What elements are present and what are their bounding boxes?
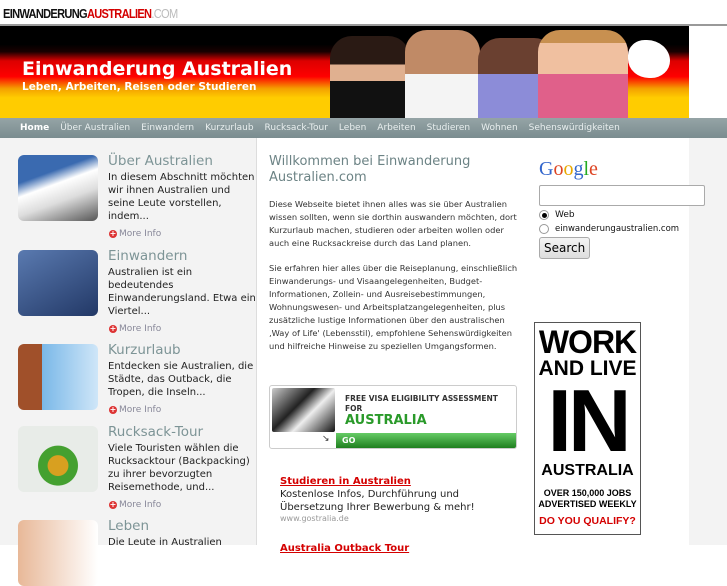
visa-ad-text: FREE VISA ELIGIBILITY ASSESSMENT FOR	[345, 394, 498, 413]
ad-text: Kostenlose Infos, Durchführung und Übers…	[280, 489, 475, 513]
google-logo: Google	[539, 158, 598, 180]
nav-ueber-australien[interactable]: Über Australien	[60, 123, 130, 133]
nav-arbeiten[interactable]: Arbeiten	[377, 123, 415, 133]
plus-icon: +	[109, 324, 117, 333]
sidebar-item-title[interactable]: Leben	[108, 518, 149, 534]
more-info-link[interactable]: + More Info	[109, 229, 161, 239]
intro-paragraph: Diese Webseite bietet ihnen alles was si…	[269, 199, 517, 248]
sidebar-item-text: Entdecken sie Australien, die Städte, da…	[108, 361, 254, 398]
more-info-label: More Info	[119, 500, 162, 510]
sidebar-item-title[interactable]: Rucksack-Tour	[108, 424, 203, 440]
plus-icon: +	[109, 229, 117, 238]
sidebar-item-title[interactable]: Einwandern	[108, 248, 187, 264]
ad-heading: AUSTRALIA	[541, 462, 634, 479]
arrow-icon: ↘	[322, 434, 330, 444]
radio-button[interactable]	[539, 224, 549, 234]
opera-house-image[interactable]	[18, 155, 98, 221]
main-content: Willkommen bei Einwanderung Australien.c…	[269, 154, 519, 353]
ad-url[interactable]: www.gostralia.de	[280, 514, 500, 523]
plus-icon: +	[109, 405, 117, 414]
sidebar: Über Australien In diesem Abschnitt möch…	[0, 138, 257, 586]
site-logo[interactable]: EINWANDERUNGAUSTRALIEN.COM	[3, 6, 178, 21]
sky-face-image[interactable]	[18, 344, 98, 410]
logo-part: EINWANDERUNG	[3, 6, 88, 21]
sidebar-item-title[interactable]: Über Australien	[108, 153, 213, 169]
ad-text: OVER 150,000 JOBS ADVERTISED WEEKLY	[538, 488, 637, 509]
text-ad: Studieren in Australien Kostenlose Infos…	[280, 469, 500, 523]
person-photo	[538, 30, 628, 118]
nav-leben[interactable]: Leben	[339, 123, 366, 133]
more-info-label: More Info	[119, 324, 162, 334]
text-ad: Australia Outback Tour	[280, 536, 500, 555]
sidebar-item-text: In diesem Abschnitt möchten wir ihnen Au…	[108, 172, 255, 222]
ad-heading: WORK	[538, 324, 637, 360]
ad-cta: DO YOU QUALIFY?	[539, 515, 636, 527]
visa-assessment-ad[interactable]: FREE VISA ELIGIBILITY ASSESSMENT FOR AUS…	[269, 385, 517, 449]
nav-sehenswuerdigkeiten[interactable]: Sehenswürdigkeiten	[529, 123, 620, 133]
main-nav: Home Über Australien Einwandern Kurzurla…	[0, 118, 727, 138]
nav-home[interactable]: Home	[20, 123, 49, 133]
logo-part: AUSTRALIEN	[86, 6, 152, 21]
visa-ad-country: AUSTRALIA	[345, 413, 427, 428]
banner-spacer	[689, 26, 727, 118]
ad-heading: IN	[547, 371, 632, 470]
sidebar-item-text: Die Leute in Australien	[108, 537, 222, 548]
radio-label: einwanderungaustralien.com	[555, 224, 680, 234]
header-banner: Einwanderung Australien Leben, Arbeiten,…	[0, 26, 689, 118]
sidebar-item-text: Viele Touristen wählen die Rucksacktour …	[108, 443, 250, 493]
radio-site[interactable]: einwanderungaustralien.com	[539, 224, 709, 234]
radio-label: Web	[555, 210, 575, 220]
more-info-label: More Info	[119, 229, 162, 239]
visa-go-button[interactable]: GO	[336, 433, 516, 448]
nav-einwandern[interactable]: Einwandern	[141, 123, 194, 133]
plus-icon: +	[109, 500, 117, 509]
banner-subtitle: Leben, Arbeiten, Reisen oder Studieren	[22, 81, 257, 93]
nav-studieren[interactable]: Studieren	[427, 123, 470, 133]
sidebar-item-text: Australien ist ein bedeutendes Einwander…	[108, 267, 256, 317]
backpacker-image[interactable]	[18, 426, 98, 492]
more-info-link[interactable]: + More Info	[109, 405, 161, 415]
person-photo	[330, 36, 410, 118]
passport-image[interactable]	[18, 250, 98, 316]
google-search: Google Web einwanderungaustralien.com Se…	[539, 158, 709, 259]
person-photo	[405, 30, 480, 118]
work-and-live-ad[interactable]: WORK AND LIVE IN AUSTRALIA OVER 150,000 …	[534, 322, 641, 535]
radio-button[interactable]	[539, 210, 549, 220]
more-info-link[interactable]: + More Info	[109, 500, 161, 510]
leben-image[interactable]	[18, 520, 98, 586]
ad-link[interactable]: Studieren in Australien	[280, 476, 411, 487]
search-input[interactable]	[539, 185, 705, 206]
logo-part: .COM	[151, 6, 178, 21]
nav-rucksack-tour[interactable]: Rucksack-Tour	[265, 123, 328, 133]
nav-kurzurlaub[interactable]: Kurzurlaub	[205, 123, 253, 133]
more-info-link[interactable]: + More Info	[109, 324, 161, 334]
banner-title: Einwanderung Australien	[22, 58, 293, 80]
page-title: Willkommen bei Einwanderung Australien.c…	[269, 154, 471, 185]
opera-house-image	[272, 388, 335, 432]
radio-web[interactable]: Web	[539, 210, 709, 220]
australia-map-icon	[628, 40, 670, 78]
sidebar-item-title[interactable]: Kurzurlaub	[108, 342, 181, 358]
more-info-label: More Info	[119, 405, 162, 415]
search-button[interactable]: Search	[539, 237, 591, 259]
nav-wohnen[interactable]: Wohnen	[481, 123, 518, 133]
intro-paragraph: Sie erfahren hier alles über die Reisepl…	[269, 263, 518, 351]
